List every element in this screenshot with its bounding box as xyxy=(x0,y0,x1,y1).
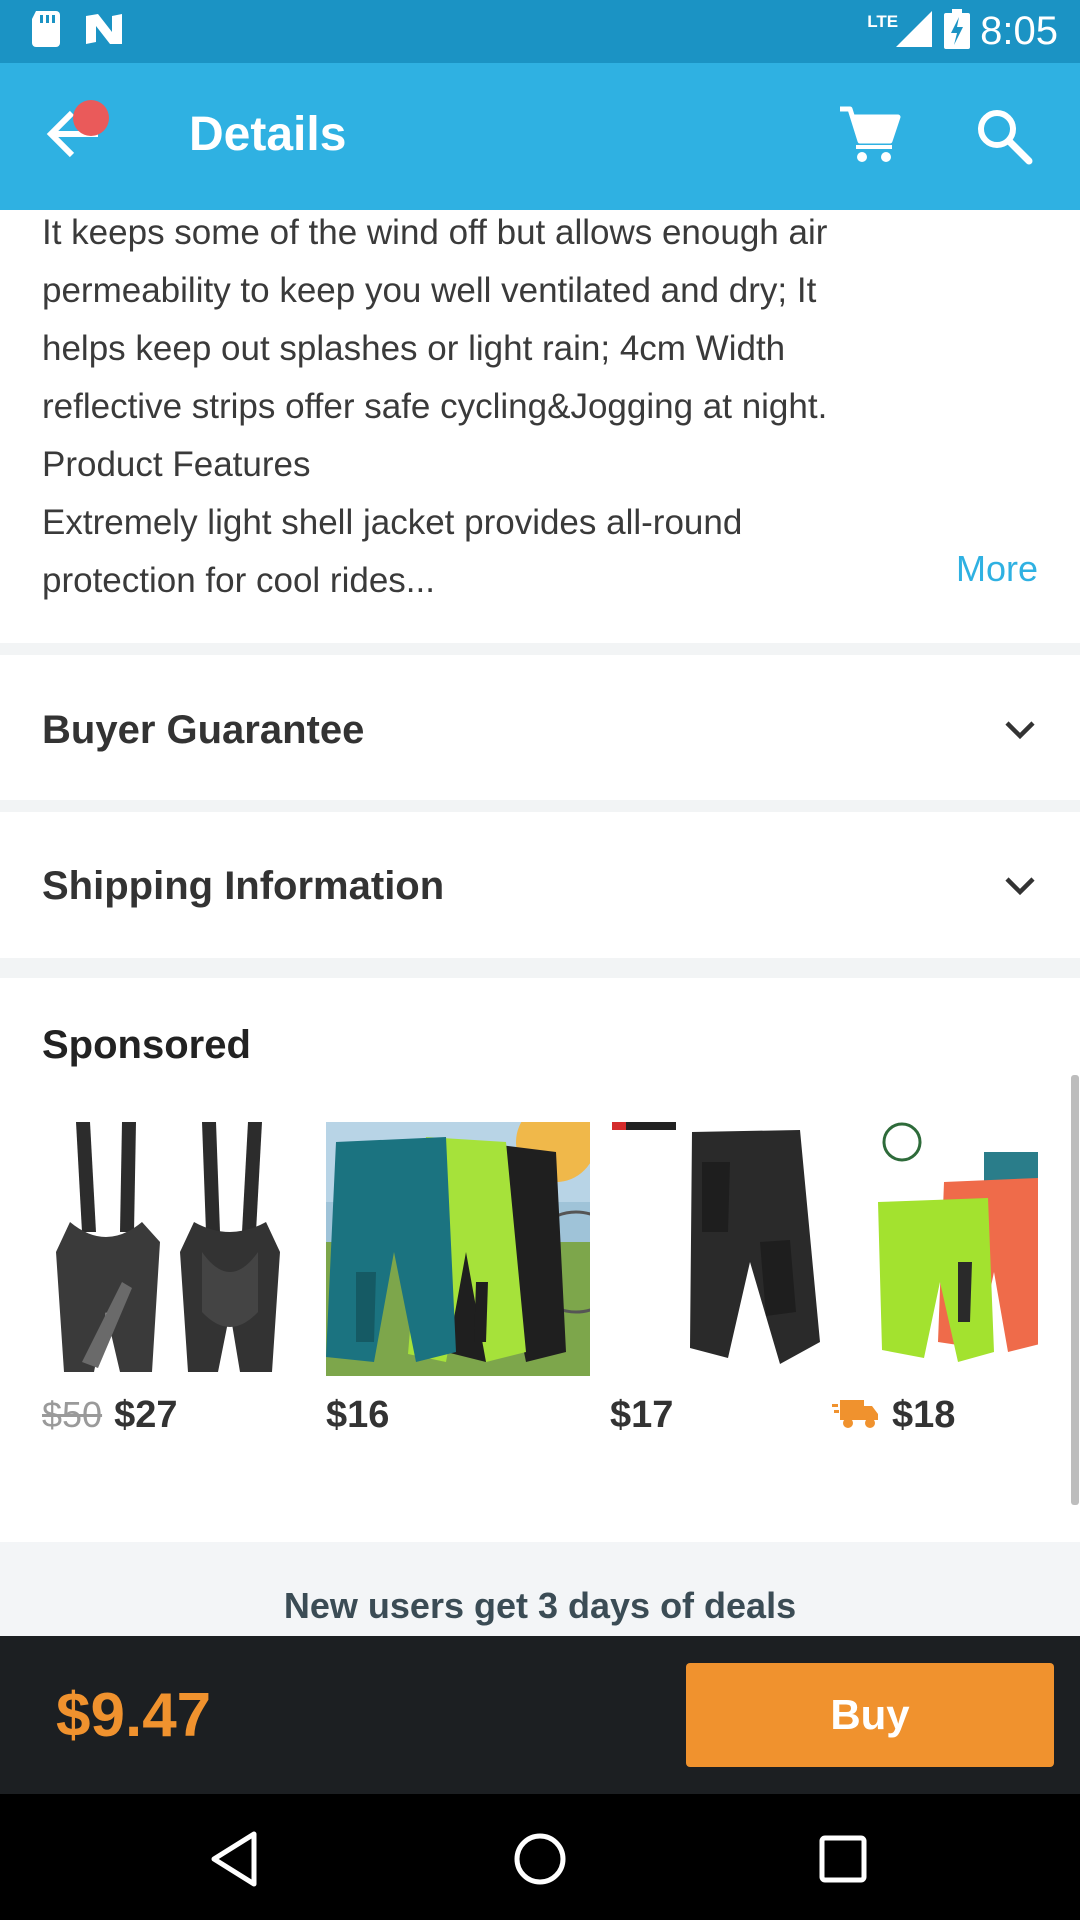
product-price: $17 xyxy=(610,1393,674,1436)
divider xyxy=(0,643,1080,655)
description-line: permeability to keep you well ventilated… xyxy=(42,271,817,310)
shipping-information-section[interactable]: Shipping Information xyxy=(0,811,1080,961)
product-card[interactable]: $16 xyxy=(326,1122,590,1436)
n-icon xyxy=(84,12,124,51)
buy-button[interactable]: Buy xyxy=(686,1663,1054,1767)
product-price: $27 xyxy=(114,1393,178,1436)
status-bar: LTE 8:05 xyxy=(0,0,1080,63)
status-time: 8:05 xyxy=(980,9,1058,53)
promo-text: New users get 3 days of deals xyxy=(283,1585,797,1626)
notification-dot xyxy=(73,100,109,136)
buyer-guarantee-section[interactable]: Buyer Guarantee xyxy=(0,655,1080,805)
product-image-cycling-shorts-black xyxy=(610,1122,874,1376)
description-line: Extremely light shell jacket provides al… xyxy=(42,503,743,542)
back-triangle-icon xyxy=(200,1831,270,1898)
divider xyxy=(0,958,1080,978)
nav-home-button[interactable] xyxy=(505,1824,575,1894)
chevron-down-icon xyxy=(1002,712,1038,748)
product-image-cycling-shorts-teal-green xyxy=(326,1122,590,1376)
product-card[interactable]: $50 $27 xyxy=(42,1122,306,1436)
buyer-guarantee-title: Buyer Guarantee xyxy=(42,707,365,752)
price-row: $50 $27 xyxy=(42,1390,177,1440)
recents-square-icon xyxy=(808,1835,878,1898)
description-line: reflective strips offer safe cycling&Jog… xyxy=(42,387,828,426)
description-line: Product Features xyxy=(42,445,311,484)
product-card[interactable]: $18 xyxy=(832,1122,1038,1436)
sponsored-title: Sponsored xyxy=(42,1023,251,1067)
app-bar: Details xyxy=(0,63,1080,210)
shipping-truck-icon xyxy=(832,1396,880,1435)
price-row: $16 xyxy=(326,1390,389,1440)
signal-icon xyxy=(894,9,934,54)
product-total-price: $9.47 xyxy=(56,1681,212,1750)
chevron-down-icon xyxy=(1002,868,1038,904)
more-link[interactable]: More xyxy=(956,548,1038,590)
cart-button[interactable] xyxy=(838,103,902,167)
product-image-bib-shorts xyxy=(42,1122,306,1376)
back-arrow-icon xyxy=(40,110,110,173)
product-image-cycling-shorts-lime xyxy=(868,1122,1038,1376)
product-price: $16 xyxy=(326,1393,390,1436)
product-price: $18 xyxy=(892,1393,956,1436)
original-price: $50 xyxy=(42,1394,103,1435)
shipping-information-title: Shipping Information xyxy=(42,863,445,908)
search-button[interactable] xyxy=(975,107,1033,165)
system-nav-bar xyxy=(0,1794,1080,1920)
nav-recents-button[interactable] xyxy=(808,1824,878,1894)
search-icon xyxy=(975,110,1033,169)
battery-charging-icon xyxy=(944,9,971,54)
app-root: LTE 8:05 Details It keeps some of the wi… xyxy=(0,0,1080,1920)
product-card[interactable]: $17 xyxy=(610,1122,874,1436)
network-label: LTE xyxy=(867,11,899,31)
sd-card-icon xyxy=(30,11,62,52)
home-circle-icon xyxy=(505,1833,575,1898)
description-line: helps keep out splashes or light rain; 4… xyxy=(42,329,786,368)
price-row: $17 xyxy=(610,1390,673,1440)
price-row: $18 xyxy=(832,1390,955,1440)
page-title: Details xyxy=(189,108,347,161)
nav-back-button[interactable] xyxy=(200,1824,270,1894)
description-line: protection for cool rides... xyxy=(42,561,435,600)
scrollbar[interactable] xyxy=(1071,1075,1079,1505)
cart-icon xyxy=(838,106,902,171)
product-description: It keeps some of the wind off but allows… xyxy=(42,204,1042,610)
description-line: It keeps some of the wind off but allows… xyxy=(42,213,828,252)
sponsored-products-carousel[interactable]: $50 $27 $16 $17 $18 xyxy=(42,1122,1038,1452)
